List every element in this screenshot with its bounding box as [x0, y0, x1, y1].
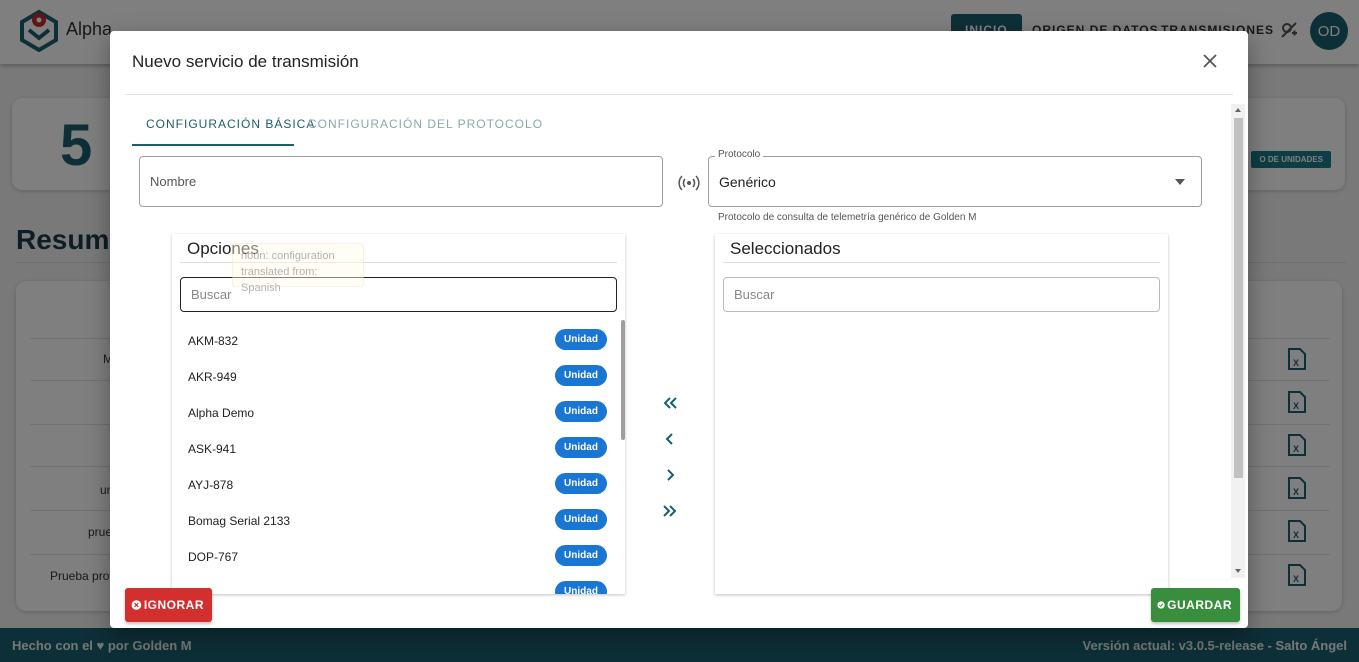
selected-panel: Seleccionados — [715, 234, 1168, 594]
cancel-circle-icon — [131, 600, 142, 610]
name-input[interactable] — [140, 157, 662, 206]
tooltip-line: translated from: Spanish — [241, 266, 318, 294]
double-chevron-right-icon — [663, 505, 677, 517]
tab-protocol-config[interactable]: CONFIGURACIÓN DEL PROTOCOLO — [308, 117, 543, 131]
ignore-button[interactable]: IGNORAR — [125, 588, 212, 622]
unit-chip: Unidad — [555, 365, 607, 386]
list-item[interactable]: AKR-949 Unidad — [172, 358, 617, 394]
scroll-down-icon[interactable] — [1235, 569, 1241, 573]
check-circle-icon — [1157, 601, 1165, 609]
list-item-label: DOP-767 — [188, 550, 239, 564]
selected-title: Seleccionados — [730, 239, 841, 258]
unit-chip: Unidad — [555, 509, 607, 530]
list-item-label: AYJ-878 — [188, 478, 234, 492]
save-button[interactable]: GUARDAR — [1151, 588, 1240, 622]
list-item-label: AKM-832 — [188, 334, 239, 348]
broadcast-icon — [678, 175, 700, 191]
unit-chip: Unidad — [555, 329, 607, 350]
move-right-button[interactable] — [658, 463, 682, 487]
divider — [723, 262, 1160, 263]
selected-search[interactable] — [723, 277, 1160, 312]
scroll-up-icon[interactable] — [1235, 108, 1241, 112]
list-item-label: ASK-941 — [188, 442, 237, 456]
list-item[interactable]: ASK-941 Unidad — [172, 430, 617, 466]
unit-chip: Unidad — [555, 581, 607, 594]
list-item[interactable]: Unidad — [172, 574, 617, 594]
translation-tooltip: noun: configuration translated from: Spa… — [232, 243, 364, 294]
list-item-label: Alpha Demo — [188, 406, 255, 420]
chevron-left-icon — [665, 433, 673, 445]
unit-chip: Unidad — [555, 473, 607, 494]
protocol-label: Protocolo — [715, 149, 764, 160]
list-item-label: Bomag Serial 2133 — [188, 514, 291, 528]
save-label: GUARDAR — [1167, 598, 1232, 612]
name-field[interactable] — [139, 156, 663, 207]
list-item[interactable]: AKM-832 Unidad — [172, 322, 617, 358]
list-item[interactable]: AYJ-878 Unidad — [172, 466, 617, 502]
active-tab-indicator — [132, 144, 294, 146]
move-all-right-button[interactable] — [658, 499, 682, 523]
dialog-scrollbar[interactable] — [1231, 104, 1245, 578]
tooltip-line: noun: configuration — [241, 250, 335, 262]
list-item-label: AKR-949 — [188, 370, 237, 384]
new-transmission-dialog: Nuevo servicio de transmisión CONFIGURAC… — [110, 31, 1248, 628]
list-item[interactable]: DOP-767 Unidad — [172, 538, 617, 574]
options-list: AKM-832 Unidad AKR-949 Unidad Alpha Demo… — [172, 322, 620, 594]
move-left-button[interactable] — [658, 427, 682, 451]
protocol-value: Genérico — [719, 174, 776, 190]
list-item[interactable]: Alpha Demo Unidad — [172, 394, 617, 430]
chevron-right-icon — [667, 469, 675, 481]
double-chevron-left-icon — [663, 397, 677, 409]
unit-chip: Unidad — [555, 437, 607, 458]
move-all-left-button[interactable] — [658, 391, 682, 415]
dialog-title: Nuevo servicio de transmisión — [132, 52, 359, 71]
ignore-label: IGNORAR — [143, 598, 204, 612]
chevron-down-icon[interactable] — [1175, 179, 1185, 185]
scroll-thumb[interactable] — [1234, 118, 1243, 478]
unit-chip: Unidad — [555, 401, 607, 422]
selected-search-input[interactable] — [724, 278, 1159, 311]
list-item[interactable]: Bomag Serial 2133 Unidad — [172, 502, 617, 538]
close-icon[interactable] — [1200, 51, 1220, 71]
protocol-help-text: Protocolo de consulta de telemetría gené… — [718, 212, 977, 223]
divider — [125, 94, 1233, 95]
options-panel: Opciones AKM-832 Unidad AKR-949 Unidad A… — [172, 234, 625, 594]
unit-chip: Unidad — [555, 545, 607, 566]
tab-basic-config[interactable]: CONFIGURACIÓN BÁSICA — [146, 117, 315, 131]
options-scrollbar[interactable] — [621, 320, 625, 440]
protocol-select[interactable]: Protocolo Genérico — [708, 149, 1202, 207]
